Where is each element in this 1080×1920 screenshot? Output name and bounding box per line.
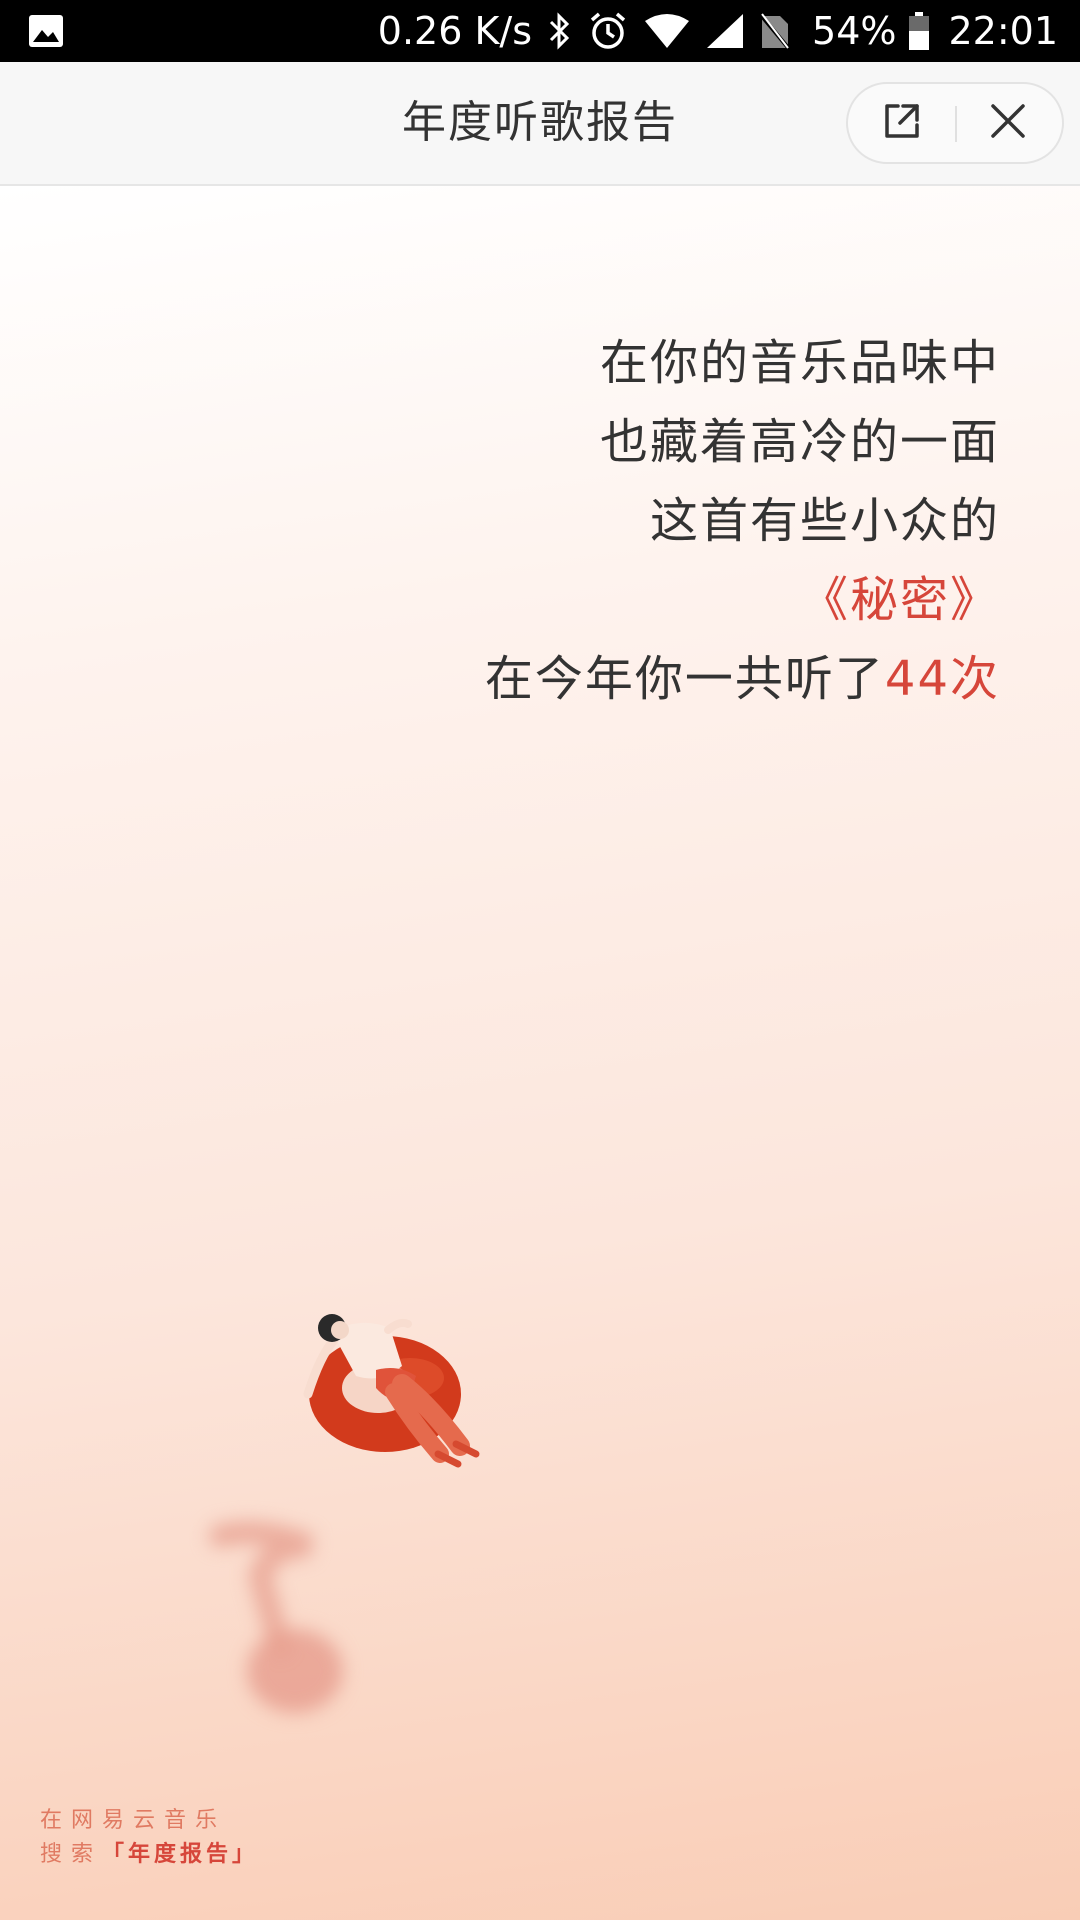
network-speed: 0.26 K/s: [377, 9, 533, 53]
no-sim-icon: [760, 12, 791, 50]
status-icons: 0.26 K/s 54% 22:01: [378, 0, 1058, 62]
music-note-shadow-icon: [200, 1516, 370, 1736]
footer-line-2: 搜索「年度报告」: [40, 1838, 258, 1872]
wifi-icon: [644, 13, 690, 49]
app-screen: 0.26 K/s 54% 22:01 年度听歌报告 在你的音乐品味中 也藏着高冷…: [0, 0, 1080, 1920]
battery-percent: 54%: [812, 9, 897, 53]
battery-icon: [908, 11, 930, 51]
clock: 22:01: [948, 9, 1058, 53]
person-on-swim-ring-illustration: [290, 1306, 510, 1476]
close-button[interactable]: [954, 84, 1062, 162]
footer-hint: 在网易云音乐 搜索「年度报告」: [40, 1804, 258, 1872]
report-text: 在你的音乐品味中 也藏着高冷的一面 这首有些小众的 《秘密》 在今年你一共听了4…: [485, 324, 1000, 719]
report-line-1: 在你的音乐品味中: [599, 335, 1000, 391]
report-line-2: 也藏着高冷的一面: [599, 414, 1000, 470]
bluetooth-icon: [548, 12, 572, 50]
footer-line-1: 在网易云音乐: [40, 1808, 227, 1833]
song-title: 《秘密》: [799, 572, 1000, 628]
status-bar: 0.26 K/s 54% 22:01: [0, 0, 1080, 62]
share-button[interactable]: [848, 84, 956, 162]
report-line-3: 这首有些小众的: [649, 493, 1000, 549]
play-count: 44次: [884, 651, 1000, 707]
alarm-icon: [588, 11, 628, 51]
gallery-notification-icon: [28, 14, 64, 48]
title-bar: 年度听歌报告: [0, 62, 1080, 186]
close-icon: [988, 101, 1028, 145]
footer-search-prefix: 搜索: [40, 1842, 103, 1867]
share-icon: [881, 100, 923, 146]
report-content: 在你的音乐品味中 也藏着高冷的一面 这首有些小众的 《秘密》 在今年你一共听了4…: [0, 186, 1080, 1920]
mini-program-capsule: [846, 82, 1064, 164]
cellular-signal-icon: [706, 13, 744, 49]
report-line-5: 在今年你一共听了44次: [485, 640, 1000, 719]
play-count-prefix: 在今年你一共听了: [484, 651, 885, 707]
footer-keyword: 「年度报告」: [102, 1842, 259, 1867]
